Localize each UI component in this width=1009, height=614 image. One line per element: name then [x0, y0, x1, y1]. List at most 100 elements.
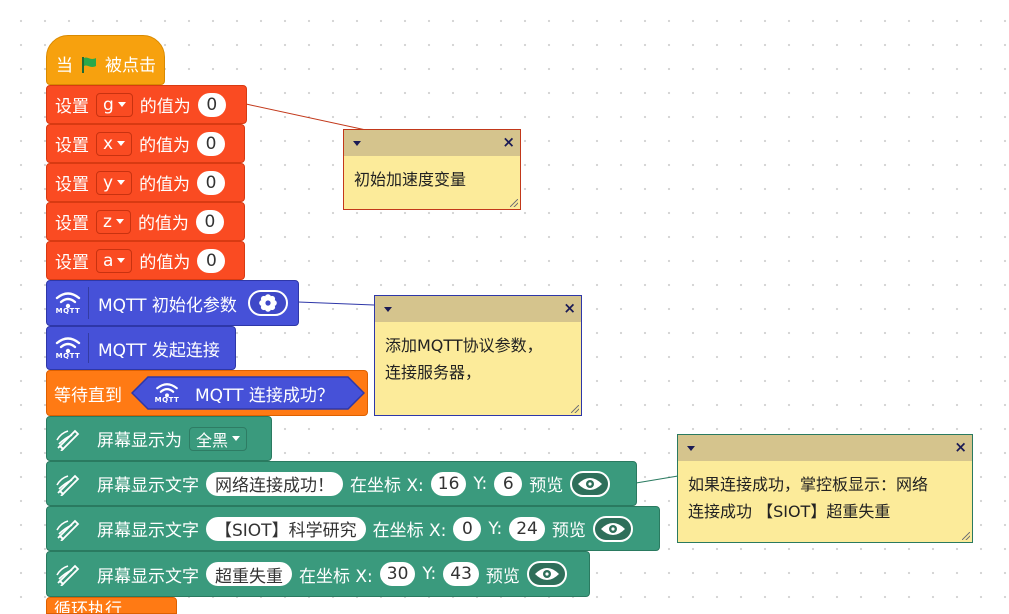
- set-variable-block-x[interactable]: 设置 x 的值为 0: [46, 124, 245, 163]
- text-input[interactable]: 网络连接成功！: [206, 471, 343, 496]
- mqtt-connect-label: MQTT 发起连接: [98, 340, 220, 361]
- comment-text[interactable]: 如果连接成功，掌控板显示：网络 连接成功 【SIOT】超重失重: [678, 461, 972, 535]
- screen-text-block-3[interactable]: 屏幕显示文字 超重失重 在坐标 X: 30 Y: 43 预览: [46, 551, 590, 597]
- eye-icon[interactable]: [570, 470, 611, 497]
- variable-dropdown[interactable]: a: [96, 248, 133, 273]
- fill-color-dropdown[interactable]: 全黑: [189, 426, 248, 451]
- hat-clicked-label: 被点击: [105, 56, 156, 76]
- variable-dropdown[interactable]: z: [96, 209, 131, 234]
- variable-dropdown[interactable]: y: [96, 170, 133, 195]
- chevron-down-icon: [117, 180, 126, 185]
- pen-icon: [47, 417, 89, 460]
- value-input[interactable]: 0: [197, 92, 226, 117]
- value-input[interactable]: 0: [197, 131, 226, 156]
- preview-label: 预览: [551, 521, 586, 541]
- set-label: 设置: [55, 214, 89, 234]
- set-variable-block-y[interactable]: 设置 y 的值为 0: [46, 163, 245, 202]
- coord-x-label: 在坐标 X:: [372, 521, 447, 541]
- value-input[interactable]: 0: [195, 209, 224, 234]
- set-variable-block-g[interactable]: 设置 g 的值为 0: [46, 85, 247, 124]
- wifi-icon: MQTT: [47, 327, 89, 369]
- close-icon[interactable]: ×: [954, 438, 967, 456]
- set-label: 设置: [55, 253, 89, 273]
- comment-text[interactable]: 初始加速度变量: [344, 156, 520, 203]
- close-icon[interactable]: ×: [502, 133, 515, 151]
- chevron-down-icon: [232, 436, 241, 441]
- text-input[interactable]: 【SIOT】科学研究: [206, 516, 366, 541]
- value-of-label: 的值为: [139, 175, 191, 195]
- set-label: 设置: [55, 175, 89, 195]
- resize-handle-icon[interactable]: [962, 532, 970, 540]
- x-input[interactable]: 16: [430, 471, 467, 496]
- coord-y-label: Y:: [422, 564, 437, 584]
- value-input[interactable]: 0: [197, 248, 226, 273]
- chevron-down-icon: [117, 102, 126, 107]
- preview-label: 预览: [529, 476, 564, 496]
- gear-icon[interactable]: [247, 290, 288, 316]
- comment-header[interactable]: ×: [375, 296, 581, 322]
- text-input[interactable]: 超重失重: [206, 562, 292, 587]
- screen-text-label: 屏幕显示文字: [97, 476, 199, 496]
- mqtt-init-label: MQTT 初始化参数: [98, 295, 237, 316]
- y-input[interactable]: 6: [494, 471, 523, 496]
- set-variable-block-a[interactable]: 设置 a 的值为 0: [46, 241, 245, 280]
- pen-icon: [47, 507, 89, 550]
- value-of-label: 的值为: [139, 253, 191, 273]
- connector-line-1: [245, 103, 367, 131]
- set-label: 设置: [55, 97, 89, 117]
- comment-header[interactable]: ×: [678, 435, 972, 461]
- screen-text-label: 屏幕显示文字: [97, 521, 199, 541]
- pen-icon: [47, 552, 89, 596]
- chevron-down-icon: [115, 219, 124, 224]
- coord-x-label: 在坐标 X:: [350, 476, 424, 496]
- green-flag-icon: [80, 56, 98, 74]
- when-flag-clicked-block[interactable]: 当 被点击: [46, 35, 165, 85]
- wait-until-label: 等待直到: [54, 385, 122, 406]
- comment-text[interactable]: 添加MQTT协议参数， 连接服务器，: [375, 322, 581, 396]
- screen-text-label: 屏幕显示文字: [97, 566, 199, 587]
- forever-loop-block[interactable]: 循环执行: [46, 597, 177, 614]
- chevron-down-icon: [117, 258, 126, 263]
- y-input[interactable]: 43: [443, 562, 479, 586]
- resize-handle-icon[interactable]: [510, 199, 518, 207]
- coord-y-label: Y:: [473, 473, 488, 494]
- eye-icon[interactable]: [592, 515, 633, 542]
- hat-when-label: 当: [56, 56, 73, 76]
- connector-line-2: [297, 301, 375, 306]
- set-variable-block-z[interactable]: 设置 z 的值为 0: [46, 202, 245, 241]
- comment-connected-display[interactable]: × 如果连接成功，掌控板显示：网络 连接成功 【SIOT】超重失重: [677, 434, 973, 543]
- value-of-label: 的值为: [137, 214, 189, 234]
- mqtt-init-block[interactable]: MQTT MQTT 初始化参数: [46, 280, 299, 326]
- screen-fill-label: 屏幕显示为: [97, 431, 182, 451]
- screen-fill-block[interactable]: 屏幕显示为 全黑: [46, 416, 272, 461]
- comment-mqtt-params[interactable]: × 添加MQTT协议参数， 连接服务器，: [374, 295, 582, 416]
- mqtt-connected-condition[interactable]: MQTT MQTT 连接成功？: [131, 376, 365, 410]
- value-of-label: 的值为: [139, 97, 191, 117]
- eye-icon[interactable]: [526, 561, 567, 587]
- set-label: 设置: [55, 136, 89, 156]
- forever-loop-label: 循环执行: [54, 600, 122, 614]
- value-input[interactable]: 0: [197, 170, 226, 195]
- variable-dropdown[interactable]: x: [96, 131, 133, 156]
- resize-handle-icon[interactable]: [571, 405, 579, 413]
- variable-dropdown[interactable]: g: [96, 92, 133, 117]
- wifi-icon: MQTT: [47, 281, 89, 325]
- close-icon[interactable]: ×: [563, 299, 576, 317]
- mqtt-connect-block[interactable]: MQTT MQTT 发起连接: [46, 326, 236, 370]
- value-of-label: 的值为: [139, 136, 191, 156]
- collapse-icon[interactable]: [687, 446, 695, 451]
- x-input[interactable]: 30: [379, 562, 416, 586]
- x-input[interactable]: 0: [453, 516, 482, 541]
- y-input[interactable]: 24: [509, 516, 545, 541]
- comment-init-vars[interactable]: × 初始加速度变量: [343, 129, 521, 210]
- pen-icon: [47, 462, 89, 505]
- collapse-icon[interactable]: [384, 307, 392, 312]
- condition-label: MQTT 连接成功？: [195, 385, 334, 406]
- screen-text-block-2[interactable]: 屏幕显示文字 【SIOT】科学研究 在坐标 X: 0 Y: 24 预览: [46, 506, 660, 551]
- coord-x-label: 在坐标 X:: [299, 566, 373, 587]
- collapse-icon[interactable]: [353, 141, 361, 146]
- screen-text-block-1[interactable]: 屏幕显示文字 网络连接成功！ 在坐标 X: 16 Y: 6 预览: [46, 461, 637, 506]
- comment-header[interactable]: ×: [344, 130, 520, 156]
- coord-y-label: Y:: [488, 518, 503, 539]
- wait-until-block[interactable]: 等待直到 MQTT MQTT 连接成功？: [46, 370, 368, 416]
